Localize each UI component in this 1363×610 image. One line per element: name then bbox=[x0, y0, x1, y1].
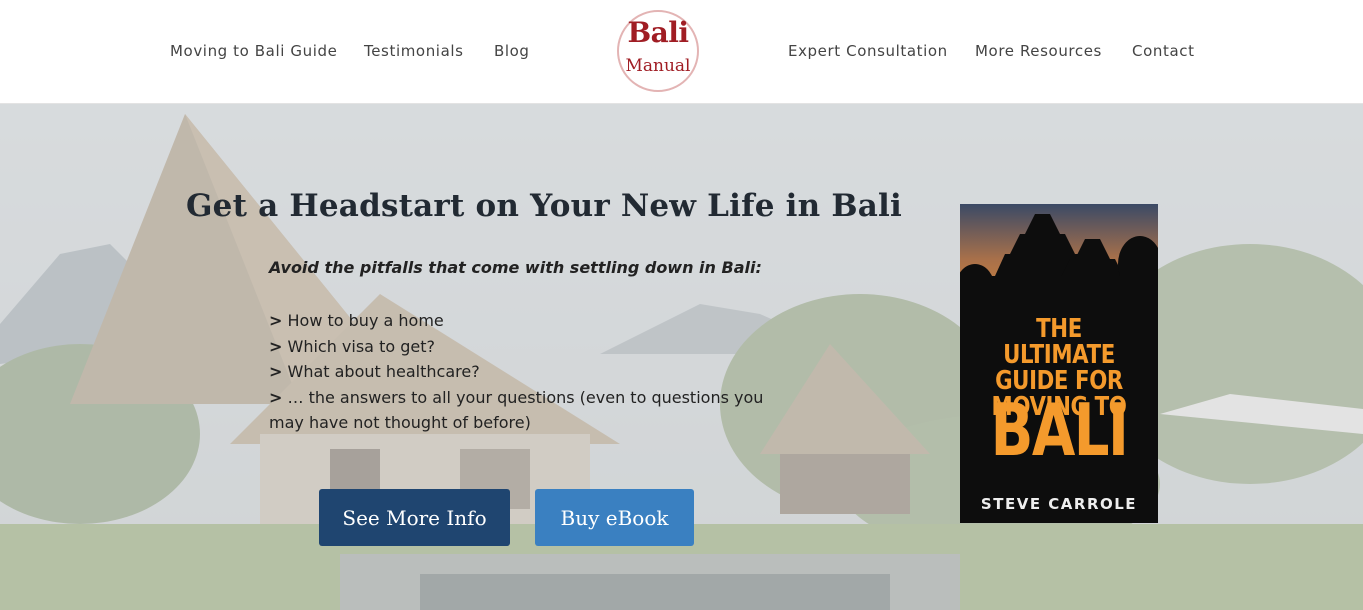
nav-more-resources[interactable]: More Resources bbox=[975, 42, 1102, 60]
arrow-marker: > bbox=[269, 336, 283, 356]
nav-expert-consultation[interactable]: Expert Consultation bbox=[788, 42, 948, 60]
book-author: STEVE CARROLE bbox=[980, 495, 1138, 513]
see-more-info-button[interactable]: See More Info bbox=[319, 489, 510, 546]
ebook-cover-image[interactable]: THE ULTIMATE GUIDE FOR MOVING TO BALI ST… bbox=[960, 204, 1158, 523]
benefits-list: > How to buy a home > Which visa to get?… bbox=[269, 308, 769, 436]
buy-ebook-button[interactable]: Buy eBook bbox=[535, 489, 694, 546]
bali-manual-logo[interactable]: Bali Manual bbox=[617, 10, 699, 92]
site-header: Moving to Bali Guide Testimonials Blog B… bbox=[0, 0, 1363, 104]
nav-blog[interactable]: Blog bbox=[494, 42, 530, 60]
nav-moving-to-bali-guide[interactable]: Moving to Bali Guide bbox=[170, 42, 337, 60]
arrow-marker: > bbox=[269, 311, 283, 330]
hero-subhead: Avoid the pitfalls that come with settli… bbox=[269, 258, 762, 277]
list-item: > What about healthcare? bbox=[269, 362, 480, 381]
hero-section: Get a Headstart on Your New Life in Bali… bbox=[0, 104, 1363, 610]
hero-headline: Get a Headstart on Your New Life in Bali bbox=[186, 188, 902, 224]
list-item: > Which visa to get? bbox=[269, 336, 435, 356]
list-item: > … the answers to all your questions (e… bbox=[269, 387, 764, 433]
nav-testimonials[interactable]: Testimonials bbox=[364, 42, 464, 60]
arrow-marker: > bbox=[269, 387, 283, 407]
book-title-bali: BALI bbox=[990, 388, 1129, 472]
list-item: > How to buy a home bbox=[269, 311, 444, 330]
logo-text-bali: Bali bbox=[627, 16, 689, 49]
logo-text-manual: Manual bbox=[625, 56, 691, 76]
arrow-marker: > bbox=[269, 362, 283, 381]
nav-contact[interactable]: Contact bbox=[1132, 42, 1195, 60]
